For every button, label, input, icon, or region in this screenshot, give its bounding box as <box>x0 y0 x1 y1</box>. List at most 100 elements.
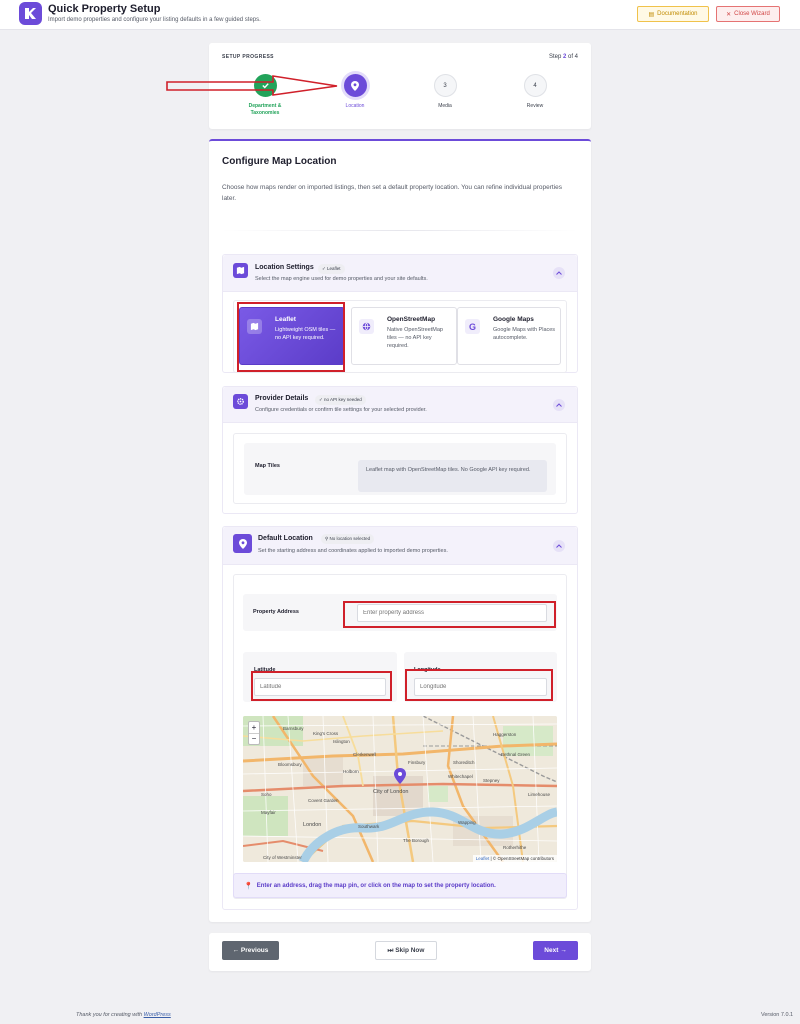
section-title: Provider Details <box>255 395 309 402</box>
page-title: Configure Map Location <box>222 156 337 167</box>
map-place-label: Bethnal Green <box>501 752 531 757</box>
step-label: Review <box>526 103 544 109</box>
app-logo <box>19 2 42 25</box>
map-place-label: Wapping <box>458 820 476 825</box>
provider-settings-box: Map Tiles Leaflet map with OpenStreetMap… <box>233 433 567 504</box>
map-place-label: Stepney <box>483 778 500 783</box>
step-number: 3 <box>433 74 457 97</box>
option-title: OpenStreetMap <box>387 316 436 323</box>
step-prefix: Step <box>548 54 562 60</box>
document-icon: ▤ <box>648 11 655 18</box>
map-attribution: Leaflet | © OpenStreetMap contributors <box>472 855 557 862</box>
map-place-label: Rotherhithe <box>503 845 527 850</box>
leaflet-link[interactable]: Leaflet <box>476 856 490 861</box>
map-place-label: Mayfair <box>261 810 276 815</box>
step-review[interactable]: 4 Review <box>505 74 565 110</box>
step-suffix: of 4 <box>567 54 578 60</box>
previous-label: Previous <box>240 947 269 954</box>
zoom-control: + − <box>248 721 260 745</box>
option-openstreetmap[interactable]: OpenStreetMap Native OpenStreetMap tiles… <box>351 307 457 365</box>
section-subtitle: Select the map engine used for demo prop… <box>255 276 428 282</box>
documentation-label: Documentation <box>657 11 698 17</box>
wp-footer-thanks: Thank you for creating with WordPress <box>76 1012 171 1018</box>
section-subtitle: Set the starting address and coordinates… <box>258 548 448 554</box>
map-tiles-label: Map Tiles <box>255 463 280 469</box>
step-label: Department & Taxonomies <box>248 103 282 116</box>
osm-attribution: | © OpenStreetMap contributors <box>490 856 554 861</box>
documentation-button[interactable]: ▤ Documentation <box>637 6 709 22</box>
section-subtitle: Configure credentials or confirm tile se… <box>255 407 427 413</box>
close-wizard-button[interactable]: ✕ Close Wizard <box>716 6 780 22</box>
section-title: Location Settings <box>255 264 314 271</box>
map-place-label: Shoreditch <box>453 760 475 765</box>
option-google-maps[interactable]: G Google Maps Google Maps with Places au… <box>457 307 561 365</box>
zoom-out-button[interactable]: − <box>249 734 259 745</box>
gear-icon <box>233 394 248 409</box>
page-description: Choose how maps render on imported listi… <box>222 184 563 202</box>
chevron-up-icon[interactable] <box>553 267 565 279</box>
option-description: Native OpenStreetMap tiles — no API key … <box>387 327 443 349</box>
map-place-label: Clerkenwell <box>353 752 376 757</box>
map-place-label: The Borough <box>403 838 430 843</box>
step-label: Media <box>438 103 452 109</box>
map-tiles: Barnsbury King's Cross Islington Clerkenwel… <box>243 716 557 862</box>
previous-button[interactable]: ← Previous <box>222 941 279 960</box>
option-title: Google Maps <box>493 316 534 323</box>
chevron-up-icon[interactable] <box>553 399 565 411</box>
app-subtitle: Import demo properties and configure you… <box>48 17 261 23</box>
map-place-label: Holborn <box>343 769 359 774</box>
map-place-label: Soho <box>261 792 272 797</box>
section-badge: ⚲ No location selected <box>321 534 375 544</box>
location-settings-header[interactable]: Location Settings ✓ Leaflet Select the m… <box>223 255 577 292</box>
map-place-label: Barnsbury <box>283 726 304 731</box>
google-icon: G <box>465 319 480 334</box>
default-location-header[interactable]: Default Location ⚲ No location selected … <box>223 527 577 565</box>
hint-text: Enter an address, drag the map pin, or c… <box>256 882 496 889</box>
section-title: Default Location <box>258 535 313 542</box>
map-place-label: Covent Garden <box>308 798 339 803</box>
highlight-longitude <box>405 669 553 701</box>
next-button[interactable]: Next → <box>533 941 578 960</box>
zoom-in-button[interactable]: + <box>249 722 259 734</box>
wizard-navigation: ← Previous ⏭ Skip Now Next → <box>209 933 591 971</box>
close-wizard-label: Close Wizard <box>734 11 770 17</box>
map-place-label: Whitechapel <box>448 774 473 779</box>
wordpress-link[interactable]: WordPress <box>144 1012 171 1018</box>
thanks-text: Thank you for creating with <box>76 1012 143 1018</box>
section-badge: ✓ no API key needed <box>315 395 366 405</box>
section-badge: ✓ Leaflet <box>318 264 345 274</box>
pin-icon: 📍 <box>244 882 253 890</box>
arrow-left-icon: ← <box>232 947 241 954</box>
highlight-address <box>343 601 556 628</box>
step-number: 4 <box>523 74 547 97</box>
option-description: Google Maps with Places autocomplete. <box>493 327 556 341</box>
map-icon <box>233 263 248 278</box>
chevron-up-icon[interactable] <box>553 540 565 552</box>
annotation-arrow <box>166 75 338 96</box>
highlight-latitude <box>251 671 392 701</box>
next-label: Next <box>544 947 559 954</box>
map-place-label: Haggerston <box>493 732 517 737</box>
highlight-leaflet <box>237 302 345 372</box>
map-place-label: Islington <box>333 739 350 744</box>
map-place-label: Southwark <box>358 824 380 829</box>
map-place-label: City of London <box>373 789 408 795</box>
close-icon: ✕ <box>726 11 732 18</box>
wp-version: Version 7.0.1 <box>761 1012 794 1018</box>
provider-details-header[interactable]: Provider Details ✓ no API key needed Con… <box>223 387 577 423</box>
location-map[interactable]: Barnsbury King's Cross Islington Clerkenwel… <box>243 716 557 862</box>
step-counter: Step 2 of 4 <box>549 54 578 60</box>
map-place-label: Finsbury <box>408 760 426 765</box>
location-pin-icon <box>233 534 252 553</box>
map-tiles-row: Map Tiles Leaflet map with OpenStreetMap… <box>244 443 556 495</box>
app-title: Quick Property Setup <box>48 3 161 15</box>
map-place-label: King's Cross <box>313 731 339 736</box>
location-hint: 📍 Enter an address, drag the map pin, or… <box>233 873 567 898</box>
map-place-label: City of Westminster <box>263 855 302 860</box>
badge-text: No location selected <box>329 536 371 541</box>
divider <box>222 230 578 231</box>
step-media[interactable]: 3 Media <box>415 74 475 110</box>
skip-label: Skip Now <box>395 947 425 954</box>
map-place-label: London <box>303 822 321 828</box>
skip-now-button[interactable]: ⏭ Skip Now <box>375 941 437 960</box>
